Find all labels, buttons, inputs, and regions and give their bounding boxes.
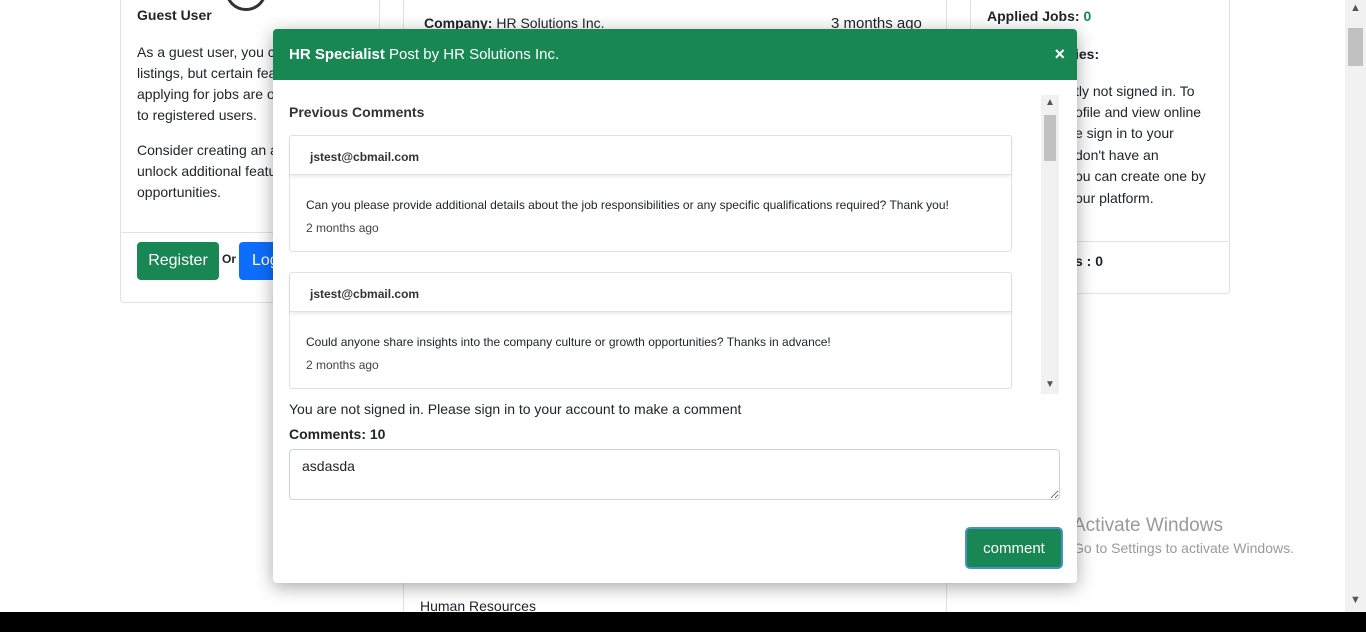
page-viewport: Guest User As a guest user, you ca listi… xyxy=(0,0,1366,612)
comment-input[interactable]: asdasda xyxy=(289,449,1060,500)
right-subheading: ies: xyxy=(1075,46,1100,62)
comment-header: jstest@cbmail.com xyxy=(290,136,1011,175)
guest-para2-line2: unlock additional featu xyxy=(137,163,277,179)
right-para-line6: our platform. xyxy=(1075,190,1154,206)
register-button[interactable]: Register xyxy=(137,242,219,280)
right-para-line4: don't have an xyxy=(1075,147,1159,163)
activate-windows-title: Activate Windows xyxy=(1073,515,1223,536)
comment-card: jstest@cbmail.com Could anyone share ins… xyxy=(289,272,1012,389)
chevron-down-icon[interactable]: ▼ xyxy=(1041,377,1059,393)
chevron-up-icon[interactable]: ▲ xyxy=(1041,95,1059,111)
right-count-label: s : 0 xyxy=(1075,253,1104,269)
right-para-line3: e sign in to your xyxy=(1075,125,1174,141)
previous-comments-heading: Previous Comments xyxy=(289,104,425,120)
right-para-line2: ofile and view online xyxy=(1075,104,1202,120)
comment-time: 2 months ago xyxy=(306,358,379,372)
signin-notice: You are not signed in. Please sign in to… xyxy=(289,401,742,417)
modal-title-rest: Post by HR Solutions Inc. xyxy=(389,46,560,63)
modal-title-job: HR Specialist xyxy=(289,46,385,63)
right-para-line1: tly not signed in. To xyxy=(1075,83,1195,99)
comment-card: jstest@cbmail.com Can you please provide… xyxy=(289,135,1012,252)
avatar-icon xyxy=(225,0,267,11)
guest-para1-line3: applying for jobs are o xyxy=(137,86,275,102)
comments-scrollbar[interactable]: ▲ ▼ xyxy=(1041,95,1059,394)
department-text: Human Resources xyxy=(420,598,536,612)
comment-header: jstest@cbmail.com xyxy=(290,273,1011,312)
modal-header: HR Specialist Post by HR Solutions Inc. … xyxy=(273,29,1077,80)
applied-jobs-row: Applied Jobs: 0 xyxy=(987,6,1091,27)
comments-scroll-area[interactable]: Previous Comments jstest@cbmail.com Can … xyxy=(273,89,1059,394)
or-label: Or xyxy=(222,252,237,266)
close-icon[interactable]: × xyxy=(1054,44,1065,65)
modal-title: HR Specialist Post by HR Solutions Inc. xyxy=(289,46,559,63)
comments-scroll-thumb[interactable] xyxy=(1044,115,1056,161)
comments-modal: HR Specialist Post by HR Solutions Inc. … xyxy=(273,29,1077,583)
guest-para2-line1: Consider creating an a xyxy=(137,142,278,158)
comment-author: jstest@cbmail.com xyxy=(310,150,420,164)
applied-jobs-value: 0 xyxy=(1083,8,1092,24)
right-para-line5: ou can create one by xyxy=(1075,168,1206,184)
scroll-down-icon[interactable]: ▼ xyxy=(1345,594,1366,610)
page-scroll-thumb[interactable] xyxy=(1348,28,1363,66)
guest-para2-line3: opportunities. xyxy=(137,184,222,200)
guest-user-title: Guest User xyxy=(137,7,212,23)
right-count: s : 0 xyxy=(1075,251,1103,272)
comment-text: Can you please provide additional detail… xyxy=(306,198,949,212)
guest-para1-line1: As a guest user, you ca xyxy=(137,44,283,60)
comment-text: Could anyone share insights into the com… xyxy=(306,335,831,349)
guest-para1-line2: listings, but certain fea xyxy=(137,65,277,81)
page-scrollbar[interactable]: ▲ ▼ xyxy=(1345,0,1366,612)
comment-time: 2 months ago xyxy=(306,221,379,235)
scroll-up-icon[interactable]: ▲ xyxy=(1345,2,1366,18)
guest-para1-line4: to registered users. xyxy=(137,107,257,123)
comment-button[interactable]: comment xyxy=(965,527,1063,569)
comment-author: jstest@cbmail.com xyxy=(310,287,420,301)
applied-jobs-label: Applied Jobs: xyxy=(987,8,1080,24)
comments-count: Comments: 10 xyxy=(289,426,386,442)
activate-windows-subtitle: Go to Settings to activate Windows. xyxy=(1073,540,1294,556)
